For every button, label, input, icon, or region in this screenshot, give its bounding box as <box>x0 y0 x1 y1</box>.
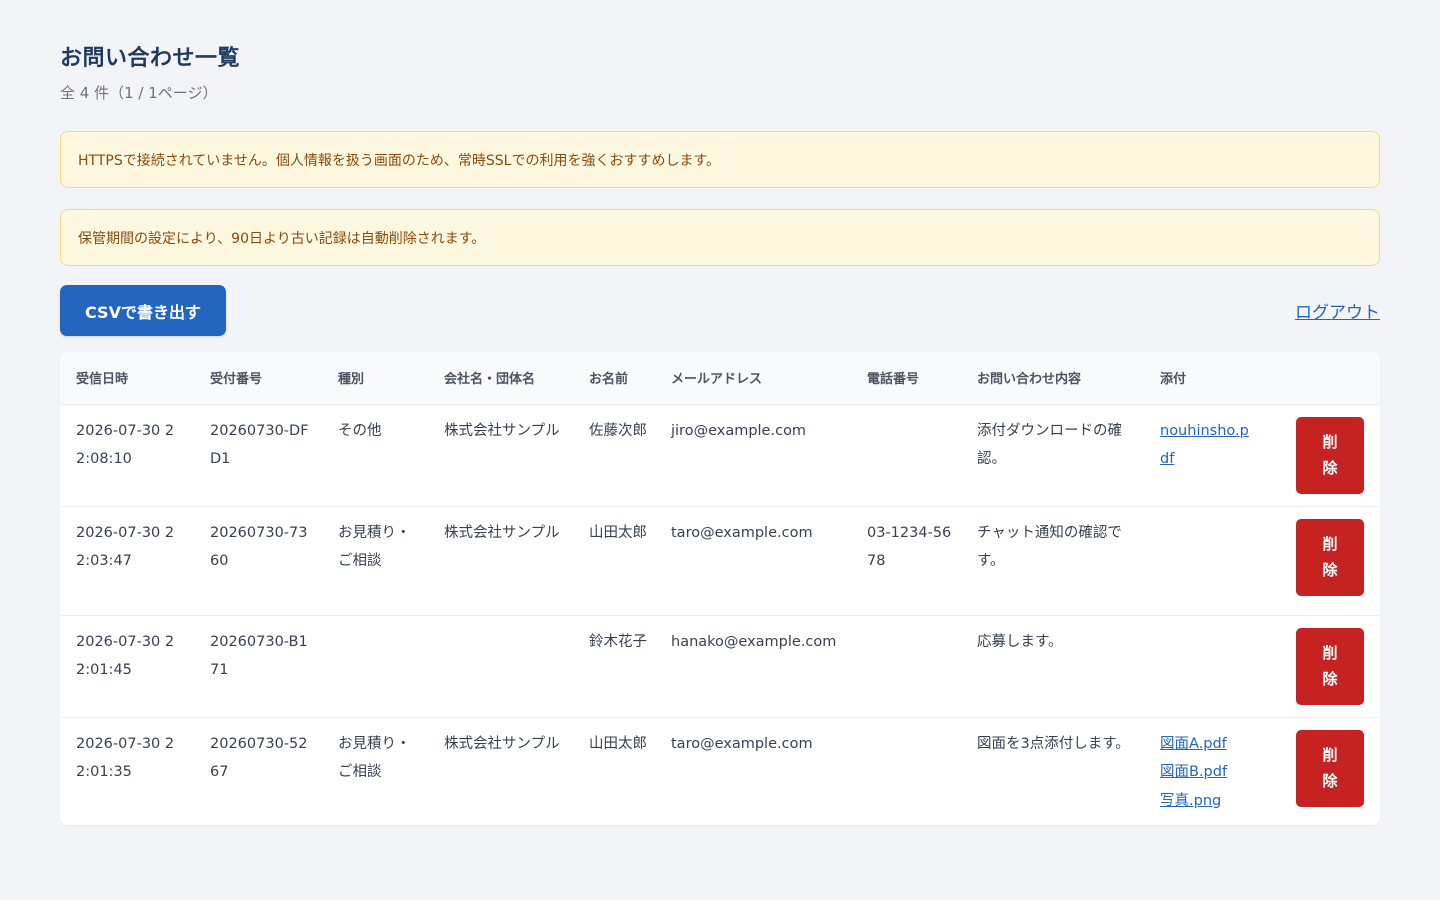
attachment-link[interactable]: 写真.png <box>1160 787 1258 816</box>
header-name: お名前 <box>589 372 629 388</box>
cell-email: hanako@example.com <box>671 633 837 650</box>
https-warning-text: HTTPSで接続されていません。個人情報を扱う画面のため、常時SSLでの利用を強… <box>78 152 721 169</box>
cell-date: 2026-07-30 22:01:35 <box>76 735 175 781</box>
cell-company: 株式会社サンプル <box>444 422 560 439</box>
delete-button[interactable]: 削除 <box>1296 729 1364 807</box>
cell-company: 株式会社サンプル <box>444 524 560 541</box>
table-row: 2026-07-30 22:08:10 20260730-DFD1 その他 株式… <box>60 404 1380 506</box>
cell-actions: 削除 <box>1264 615 1380 717</box>
header-received-at: 受信日時 <box>76 372 129 388</box>
cell-attachments <box>1144 506 1264 615</box>
cell-date: 2026-07-30 22:08:10 <box>76 422 175 468</box>
cell-receipt: 20260730-DFD1 <box>210 422 309 468</box>
cell-receipt: 20260730-B171 <box>210 633 308 679</box>
header-company: 会社名・団体名 <box>444 372 536 388</box>
cell-type: その他 <box>338 422 382 439</box>
cell-actions: 削除 <box>1264 404 1380 506</box>
cell-actions: 削除 <box>1264 717 1380 825</box>
attachment-link[interactable]: 図面B.pdf <box>1160 758 1258 787</box>
table-row: 2026-07-30 22:01:35 20260730-5267 お見積り・ご… <box>60 717 1380 825</box>
cell-message: 応募します。 <box>977 633 1063 650</box>
delete-button[interactable]: 削除 <box>1296 518 1364 596</box>
cell-name: 佐藤次郎 <box>589 422 647 439</box>
cell-date: 2026-07-30 22:01:45 <box>76 633 175 679</box>
cell-receipt: 20260730-5267 <box>210 735 308 781</box>
cell-date: 2026-07-30 22:03:47 <box>76 524 175 570</box>
cell-company <box>428 615 573 717</box>
cell-type: お見積り・ご相談 <box>338 524 411 570</box>
cell-attachments: nouhinsho.pdf <box>1144 404 1264 506</box>
cell-attachments <box>1144 615 1264 717</box>
cell-email: jiro@example.com <box>671 422 807 439</box>
inquiry-table-card: 受信日時 受付番号 種別 会社名・団体名 お名前 メールアドレス 電話番号 お問… <box>60 352 1380 825</box>
cell-receipt: 20260730-7360 <box>210 524 308 570</box>
cell-phone <box>851 404 961 506</box>
header-email: メールアドレス <box>671 372 763 388</box>
logout-link[interactable]: ログアウト <box>1295 298 1380 323</box>
cell-phone: 03-1234-5678 <box>867 524 952 570</box>
record-count: 全 4 件（1 / 1ページ） <box>60 84 218 102</box>
retention-notice-alert: 保管期間の設定により、90日より古い記録は自動削除されます。 <box>60 209 1380 266</box>
delete-button[interactable]: 削除 <box>1296 627 1364 705</box>
cell-name: 山田太郎 <box>589 735 647 752</box>
cell-email: taro@example.com <box>671 524 813 541</box>
cell-message: 図面を3点添付します。 <box>977 735 1130 752</box>
table-row: 2026-07-30 22:01:45 20260730-B171 鈴木花子 h… <box>60 615 1380 717</box>
cell-type: お見積り・ご相談 <box>338 735 411 781</box>
cell-company: 株式会社サンプル <box>444 735 560 752</box>
cell-actions: 削除 <box>1264 506 1380 615</box>
https-warning-alert: HTTPSで接続されていません。個人情報を扱う画面のため、常時SSLでの利用を強… <box>60 131 1380 188</box>
header-type: 種別 <box>338 372 365 388</box>
retention-notice-text: 保管期間の設定により、90日より古い記録は自動削除されます。 <box>78 230 486 247</box>
attachment-link[interactable]: 図面A.pdf <box>1160 730 1258 759</box>
table-row: 2026-07-30 22:03:47 20260730-7360 お見積り・ご… <box>60 506 1380 615</box>
header-receipt-number: 受付番号 <box>210 372 263 388</box>
header-phone: 電話番号 <box>867 372 920 388</box>
cell-type <box>322 615 428 717</box>
cell-name: 山田太郎 <box>589 524 647 541</box>
inquiry-table: 受信日時 受付番号 種別 会社名・団体名 お名前 メールアドレス 電話番号 お問… <box>60 352 1380 825</box>
cell-phone <box>851 717 961 825</box>
attachment-link[interactable]: nouhinsho.pdf <box>1160 417 1258 474</box>
cell-message: 添付ダウンロードの確認。 <box>977 422 1122 468</box>
header-message: お問い合わせ内容 <box>977 372 1082 388</box>
cell-phone <box>851 615 961 717</box>
cell-name: 鈴木花子 <box>589 633 647 650</box>
cell-email: taro@example.com <box>671 735 813 752</box>
cell-attachments: 図面A.pdf 図面B.pdf 写真.png <box>1144 717 1264 825</box>
cell-message: チャット通知の確認です。 <box>977 524 1122 570</box>
table-header-row: 受信日時 受付番号 種別 会社名・団体名 お名前 メールアドレス 電話番号 お問… <box>60 352 1380 404</box>
page-title: お問い合わせ一覧 <box>60 46 241 71</box>
header-attachments: 添付 <box>1160 372 1187 388</box>
header-actions <box>1264 352 1380 404</box>
delete-button[interactable]: 削除 <box>1296 416 1364 494</box>
csv-export-button[interactable]: CSVで書き出す <box>60 285 226 336</box>
